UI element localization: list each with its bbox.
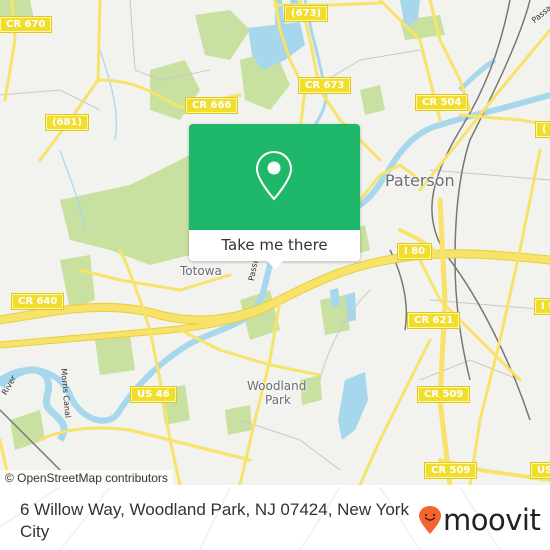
road-shield-cr509: CR 509 — [416, 386, 471, 403]
moovit-wordmark: moovit — [443, 503, 541, 537]
road-shield-cr509-lower: CR 509 — [423, 462, 478, 479]
road-shield-label: CR 666 — [192, 100, 232, 111]
road-shield-label: I 8 — [541, 301, 550, 312]
place-label-park: Park — [265, 393, 291, 407]
location-pin-icon — [255, 150, 293, 201]
place-label-paterson: Paterson — [385, 171, 455, 190]
road-shield-cr504: CR 504 — [414, 94, 469, 111]
location-popup[interactable]: Take me there — [189, 124, 360, 269]
map-attribution[interactable]: © OpenStreetMap contributors — [0, 470, 173, 485]
road-shield-us46: US 46 — [130, 386, 177, 403]
road-shield-cr673: CR 673 — [297, 77, 352, 94]
road-shield-label: CR 509 — [424, 389, 464, 400]
address-text: 6 Willow Way, Woodland Park, NJ 07424, N… — [20, 500, 409, 541]
road-shield-label: US 46 — [137, 389, 170, 400]
road-shield-label: CR 673 — [305, 80, 345, 91]
road-shield-label: (681) — [52, 117, 83, 128]
road-shield-label: CR 640 — [18, 296, 58, 307]
place-label-woodland: Woodland — [247, 379, 307, 393]
road-shield-i80: I 80 — [396, 243, 433, 260]
moovit-logo[interactable]: moovit — [418, 503, 541, 537]
road-shield-us46-right: US — [529, 462, 550, 479]
popup-header[interactable] — [189, 124, 360, 230]
road-shield-cr640: CR 640 — [10, 293, 65, 310]
road-shield-label: US — [537, 465, 550, 476]
road-shield-i80-right: I 8 — [533, 298, 550, 315]
road-shield-label: (673) — [291, 8, 322, 19]
road-shield-681: (681) — [44, 114, 90, 131]
place-label-totowa: Totowa — [180, 264, 222, 278]
road-shield-label: I 80 — [404, 246, 426, 257]
popup-tail — [266, 260, 284, 269]
road-shield-label: CR 621 — [414, 315, 454, 326]
road-shield-cr621: CR 621 — [406, 312, 461, 329]
take-me-there-button[interactable]: Take me there — [189, 230, 360, 261]
road-shield-label: CR 670 — [6, 19, 46, 30]
road-shield-cr670: CR 670 — [0, 16, 53, 33]
road-shield-label: CR 509 — [431, 465, 471, 476]
moovit-pin-smile-icon — [419, 506, 441, 534]
take-me-there-label: Take me there — [221, 236, 328, 254]
road-shield-right-partial: ( — [535, 121, 550, 138]
road-shield-cr666: CR 666 — [184, 97, 239, 114]
road-shield-673: (673) — [283, 5, 329, 22]
road-shield-label: CR 504 — [422, 97, 462, 108]
map-canvas[interactable]: CR 670 (673) CR 673 CR 666 CR 504 (681) … — [0, 0, 550, 485]
road-shield-label: ( — [542, 124, 547, 135]
